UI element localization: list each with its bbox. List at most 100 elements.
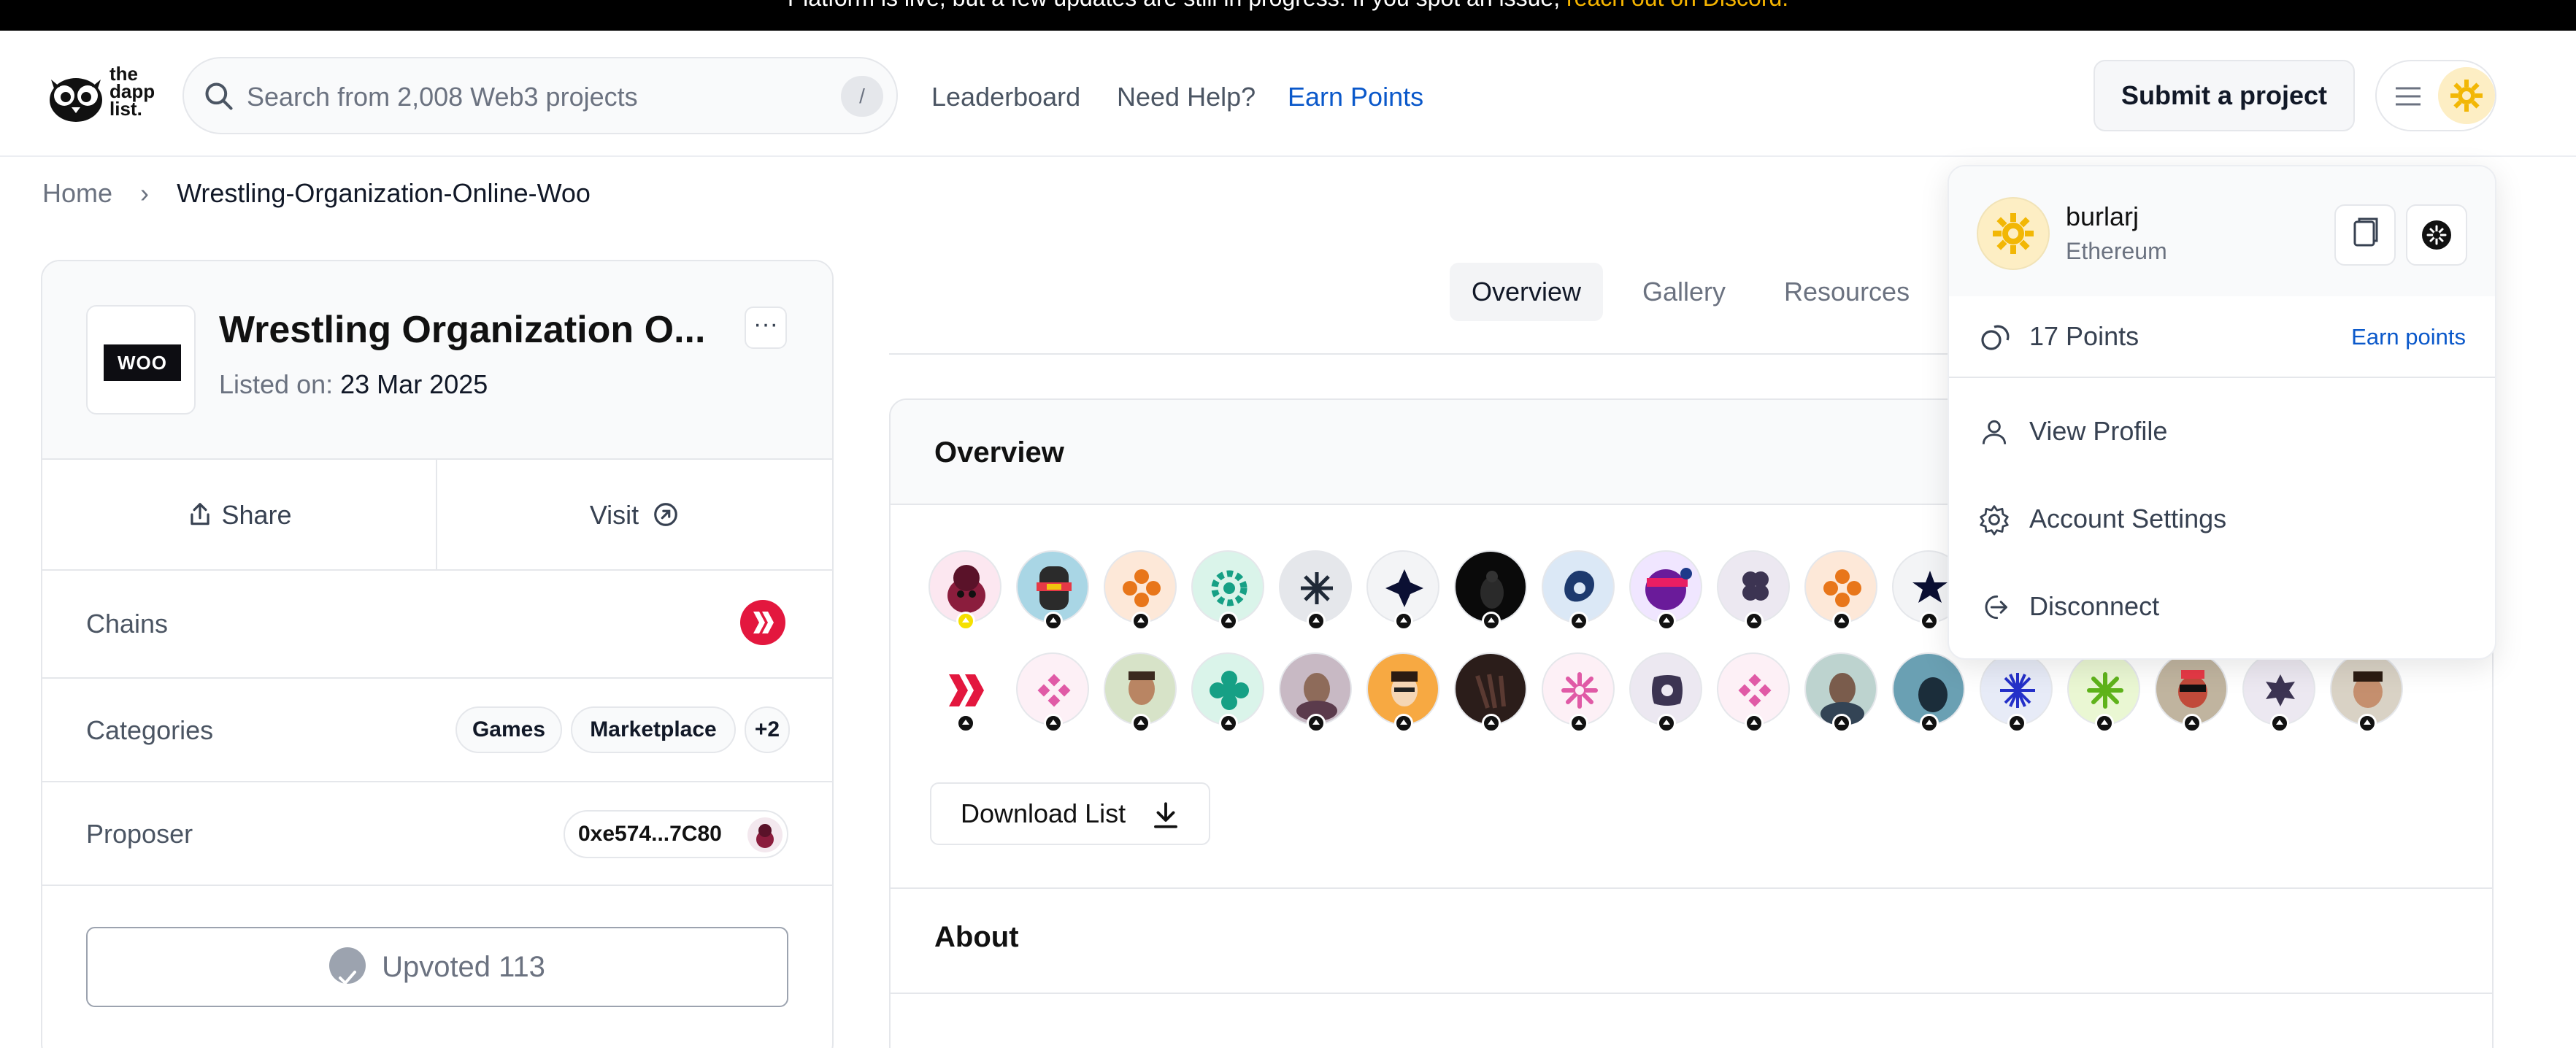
project-logo-text: WOO <box>104 344 181 381</box>
upvoter-avatar-1[interactable] <box>928 550 1001 631</box>
nav-leaderboard[interactable]: Leaderboard <box>931 82 1080 112</box>
proposer-address[interactable]: 0xe574...7C80 <box>564 810 788 858</box>
gear-icon <box>1980 505 2009 536</box>
external-link-icon <box>654 503 678 527</box>
download-list-label: Download List <box>961 798 1126 828</box>
check-circle-icon <box>329 947 366 985</box>
proposer-avatar <box>747 817 783 852</box>
upvoter-avatar-21[interactable] <box>1629 652 1702 733</box>
chevron-right-icon: › <box>140 178 150 208</box>
sun-avatar-icon <box>1993 213 2034 254</box>
upvoter-avatar-2[interactable] <box>1016 550 1089 631</box>
upvoter-avatar-14[interactable] <box>1016 652 1089 733</box>
download-list-button[interactable]: Download List <box>930 782 1210 845</box>
project-card-header: WOO Wrestling Organization O... Listed o… <box>42 261 832 460</box>
project-listed-date: Listed on: 23 Mar 2025 <box>219 369 488 399</box>
upvoter-avatar-15[interactable] <box>1104 652 1177 733</box>
proposer-row: Proposer 0xe574...7C80 <box>42 782 832 886</box>
upvoter-avatar-26[interactable] <box>2067 652 2140 733</box>
about-header-divider <box>891 993 2492 994</box>
hive-chain-icon[interactable] <box>740 600 785 645</box>
upvoter-avatar-3[interactable] <box>1104 550 1177 631</box>
upvoter-avatar-7[interactable] <box>1454 550 1527 631</box>
search-placeholder: Search from 2,008 Web3 projects <box>247 82 638 112</box>
upvoter-avatar-17[interactable] <box>1279 652 1352 733</box>
project-logo: WOO <box>86 305 196 415</box>
top-header: the dapp list. Search from 2,008 Web3 pr… <box>0 31 2576 157</box>
nav-need-help[interactable]: Need Help? <box>1117 82 1256 112</box>
category-tag-more[interactable]: +2 <box>745 706 790 753</box>
tab-resources[interactable]: Resources <box>1762 263 1931 321</box>
upvoter-avatar-22[interactable] <box>1717 652 1790 733</box>
upvoter-avatar-19[interactable] <box>1454 652 1527 733</box>
category-tag-games[interactable]: Games <box>455 706 562 753</box>
tab-gallery[interactable]: Gallery <box>1620 263 1748 321</box>
upvoter-avatar-27[interactable] <box>2155 652 2228 733</box>
announcement-banner: Platform is live, but a few updates are … <box>0 0 2576 31</box>
upvoter-avatar-20[interactable] <box>1542 652 1615 733</box>
project-card: WOO Wrestling Organization O... Listed o… <box>41 260 834 1048</box>
disconnect-label: Disconnect <box>2029 591 2160 621</box>
upvoter-avatar-13[interactable] <box>928 652 1001 733</box>
visit-button[interactable]: Visit <box>437 460 832 571</box>
sun-avatar-icon <box>2450 80 2483 112</box>
account-menu-button[interactable] <box>2375 60 2496 131</box>
upvoter-avatar-8[interactable] <box>1542 550 1615 631</box>
upvoter-avatar-9[interactable] <box>1629 550 1702 631</box>
upvoter-avatar-6[interactable] <box>1366 550 1439 631</box>
upvote-label: Upvoted 113 <box>382 951 545 983</box>
upvoter-avatar-28[interactable] <box>2242 652 2315 733</box>
share-label: Share <box>221 500 292 530</box>
category-tag-marketplace[interactable]: Marketplace <box>571 706 736 753</box>
more-options-button[interactable]: ··· <box>745 307 787 349</box>
account-dropdown-header: burlarj Ethereum <box>1949 166 2495 296</box>
tab-overview[interactable]: Overview <box>1450 263 1604 321</box>
about-title: About <box>934 921 1019 953</box>
menu-item-disconnect[interactable]: Disconnect <box>1949 563 2495 651</box>
breadcrumb-current: Wrestling-Organization-Online-Woo <box>177 178 591 208</box>
network-switch-button[interactable] <box>2406 204 2467 266</box>
copy-address-button[interactable] <box>2334 204 2396 266</box>
share-icon <box>191 503 210 525</box>
points-icon <box>1981 325 2010 350</box>
view-profile-label: View Profile <box>2029 416 2168 446</box>
project-actions: Share Visit <box>42 460 832 571</box>
upvoter-avatar-5[interactable] <box>1279 550 1352 631</box>
nav-earn-points[interactable]: Earn Points <box>1288 82 1423 112</box>
account-dropdown: burlarj Ethereum 17 Points Earn points V… <box>1948 165 2496 660</box>
copy-icon <box>2353 217 2378 247</box>
upvoter-avatar-4[interactable] <box>1191 550 1264 631</box>
upvoter-avatar-11[interactable] <box>1804 550 1877 631</box>
search-bar[interactable]: Search from 2,008 Web3 projects / <box>182 57 898 134</box>
discord-link[interactable]: reach out on Discord. <box>1566 0 1788 11</box>
upvoter-avatar-23[interactable] <box>1804 652 1877 733</box>
user-icon <box>1982 420 2007 444</box>
dropdown-username: burlarj <box>2066 201 2139 231</box>
upvoter-avatar-24[interactable] <box>1892 652 1965 733</box>
upvoter-avatar-25[interactable] <box>1980 652 2053 733</box>
proposer-label: Proposer <box>86 819 193 849</box>
upvote-button[interactable]: Upvoted 113 <box>86 927 788 1007</box>
about-divider <box>891 887 2492 889</box>
search-icon <box>205 82 233 110</box>
dapp-list-logo[interactable]: the dapp list. <box>47 64 155 125</box>
upvoter-avatar-29[interactable] <box>2330 652 2403 733</box>
menu-item-view-profile[interactable]: View Profile <box>1949 388 2495 476</box>
banner-text: Platform is live, but a few updates are … <box>788 0 1566 11</box>
upvoter-avatar-16[interactable] <box>1191 652 1264 733</box>
chains-row: Chains <box>42 571 832 679</box>
network-icon <box>2422 220 2451 250</box>
share-button[interactable]: Share <box>42 460 437 571</box>
upvoter-avatar-18[interactable] <box>1366 652 1439 733</box>
upvoter-avatar-10[interactable] <box>1717 550 1790 631</box>
logo-wordmark: the dapp list. <box>109 63 155 120</box>
download-icon <box>1154 802 1177 828</box>
breadcrumb-home[interactable]: Home <box>42 178 112 208</box>
overview-title: Overview <box>934 436 1064 469</box>
menu-item-account-settings[interactable]: Account Settings <box>1949 476 2495 563</box>
submit-project-button[interactable]: Submit a project <box>2094 60 2355 131</box>
logout-icon <box>1985 595 2007 620</box>
user-avatar <box>2438 67 2495 124</box>
earn-points-link[interactable]: Earn points <box>2351 324 2466 350</box>
hamburger-icon <box>2396 87 2421 106</box>
